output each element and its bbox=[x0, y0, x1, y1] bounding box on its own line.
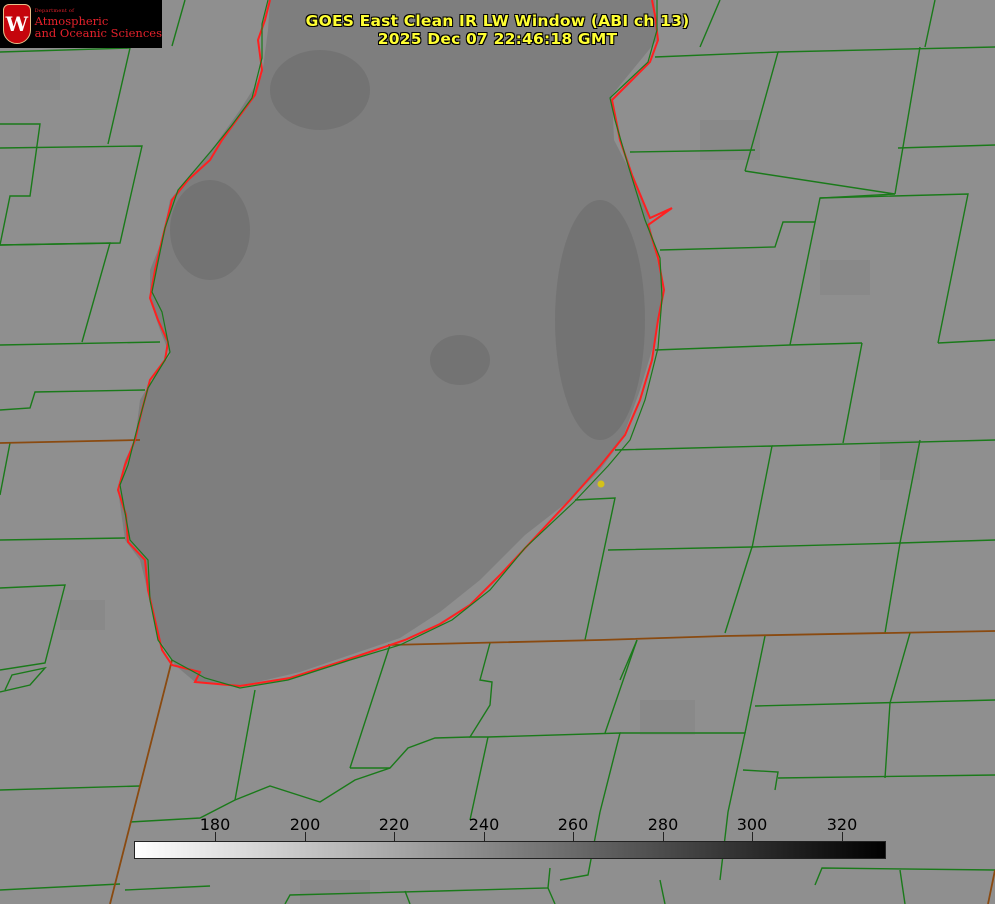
colorbar-tick-label: 180 bbox=[199, 815, 231, 834]
image-timestamp: 2025 Dec 07 22:46:18 GMT bbox=[377, 30, 618, 48]
colorbar-tick-label: 200 bbox=[289, 815, 321, 834]
image-title: GOES East Clean IR LW Window (ABI ch 13) bbox=[305, 12, 690, 30]
colorbar-tick-label: 280 bbox=[647, 815, 679, 834]
colorbar-tick-label: 300 bbox=[736, 815, 768, 834]
colorbar-tick-label: 220 bbox=[378, 815, 410, 834]
yellow-dot-icon bbox=[597, 480, 605, 488]
colorbar-tick-label: 240 bbox=[468, 815, 500, 834]
satellite-map bbox=[0, 0, 995, 904]
colorbar-tick-label: 260 bbox=[557, 815, 589, 834]
temperature-colorbar bbox=[134, 841, 886, 859]
colorbar-tick-label: 320 bbox=[826, 815, 858, 834]
satellite-image-view: W Department of Atmospheric and Oceanic … bbox=[0, 0, 995, 904]
